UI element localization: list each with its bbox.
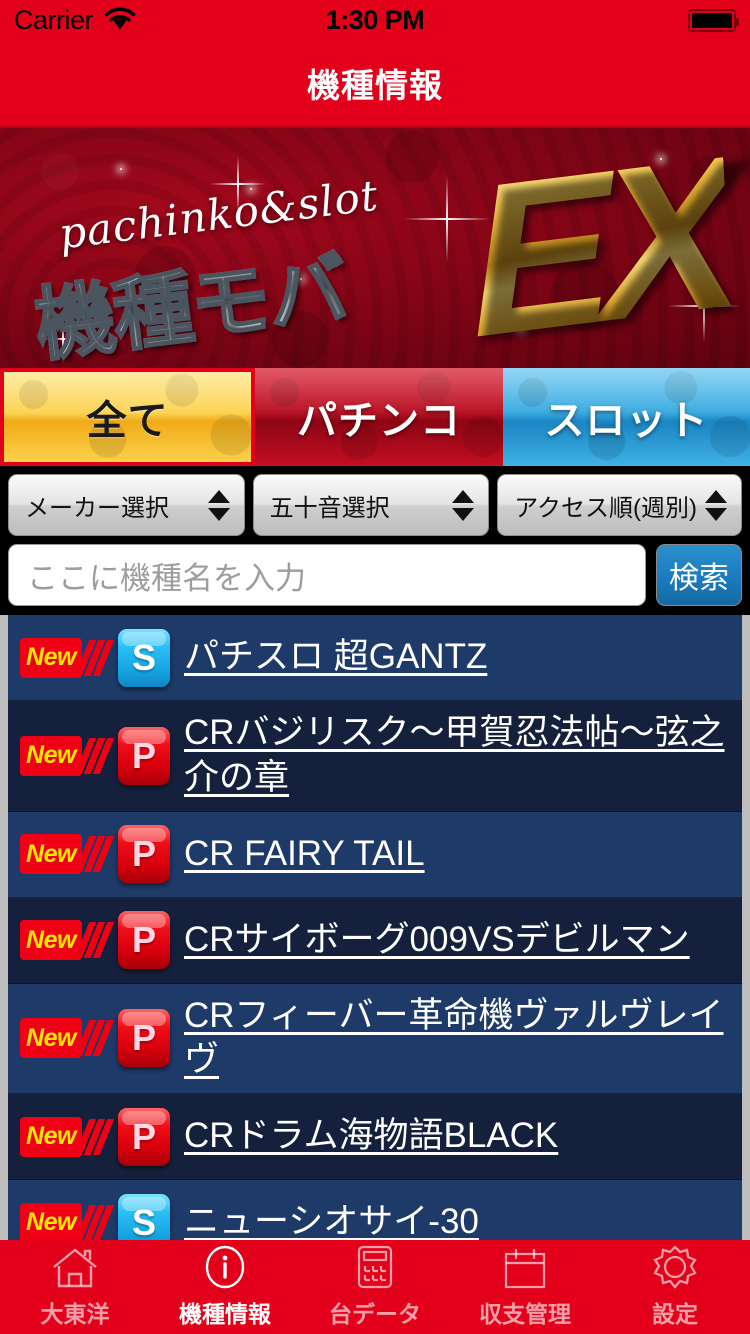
- chevron-updown-icon[interactable]: [207, 489, 230, 521]
- maker-select[interactable]: メーカー選択: [8, 474, 245, 536]
- tab-settings-label: 設定: [652, 1301, 698, 1327]
- machine-list[interactable]: New S パチスロ 超GANTZ New P CRバジリスク〜甲賀忍法帖〜弦之…: [8, 615, 742, 1240]
- category-tab-all-label: 全て: [86, 399, 169, 443]
- pachinko-type-icon: P: [118, 726, 170, 785]
- new-badge: New: [20, 1018, 115, 1059]
- new-badge: New: [20, 834, 115, 875]
- list-item[interactable]: New P CRフィーバー革命機ヴァルヴレイヴ: [8, 983, 742, 1095]
- search-input[interactable]: ここに機種名を入力: [8, 544, 646, 606]
- kana-select-label: 五十音選択: [269, 494, 390, 522]
- list-item-title[interactable]: ニューシオサイ-30: [184, 1200, 479, 1240]
- new-badge-label: New: [26, 1122, 76, 1151]
- tab-balance[interactable]: 収支管理: [450, 1245, 600, 1329]
- filter-bar: メーカー選択 五十音選択 アクセス順(週別): [0, 466, 750, 536]
- calendar-icon: [503, 1245, 547, 1289]
- sparkle-icon: [120, 168, 122, 170]
- category-tab-pachinko-label: パチンコ: [296, 399, 461, 443]
- new-badge-label: New: [26, 1208, 76, 1237]
- new-badge: New: [20, 1116, 115, 1157]
- info-circle-icon: [203, 1245, 247, 1289]
- status-bar-right: [688, 8, 739, 32]
- new-badge-label: New: [26, 925, 76, 954]
- list-item[interactable]: New S ニューシオサイ-30: [8, 1180, 742, 1240]
- category-tab-slot[interactable]: スロット: [502, 368, 750, 466]
- search-button-label: 検索: [669, 562, 729, 595]
- slot-type-icon: S: [118, 628, 170, 687]
- tab-settings[interactable]: 設定: [600, 1245, 750, 1329]
- new-badge-label: New: [26, 741, 76, 770]
- pachinko-type-icon: P: [118, 911, 170, 970]
- tab-machine-data[interactable]: 台データ: [300, 1245, 450, 1329]
- banner-ex-logo: EX: [463, 128, 734, 368]
- chevron-updown-icon[interactable]: [452, 489, 475, 521]
- nav-bar: 機種情報: [0, 40, 750, 128]
- pachinko-type-icon: P: [118, 1009, 170, 1068]
- list-item[interactable]: New P CRサイボーグ009VSデビルマン: [8, 897, 742, 984]
- page-title: 機種情報: [307, 67, 443, 104]
- tab-machine-info[interactable]: 機種情報: [150, 1245, 300, 1329]
- tab-daitoyo[interactable]: 大東洋: [0, 1245, 150, 1329]
- list-item[interactable]: New P CRドラム海物語BLACK: [8, 1094, 742, 1181]
- new-badge: New: [20, 1202, 115, 1240]
- tab-machine-info-label: 機種情報: [179, 1301, 271, 1327]
- list-item-title[interactable]: CRフィーバー革命機ヴァルヴレイヴ: [184, 994, 730, 1084]
- status-bar: Carrier 1:30 PM: [0, 0, 750, 40]
- category-tab-pachinko[interactable]: パチンコ: [255, 368, 503, 466]
- new-badge: New: [20, 637, 115, 678]
- category-tabs: 全て パチンコ スロット: [0, 368, 750, 466]
- status-bar-time: 1:30 PM: [325, 4, 425, 35]
- new-badge: New: [20, 735, 115, 776]
- gear-icon: [653, 1245, 697, 1289]
- machine-list-container: New S パチスロ 超GANTZ New P CRバジリスク〜甲賀忍法帖〜弦之…: [0, 615, 750, 1240]
- new-badge-label: New: [26, 1023, 76, 1052]
- battery-icon: [688, 8, 739, 32]
- search-bar: ここに機種名を入力 検索: [0, 536, 750, 614]
- list-item[interactable]: New P CRバジリスク〜甲賀忍法帖〜弦之介の章: [8, 701, 742, 812]
- app-root: Carrier 1:30 PM 機種情報 EX pachinko&slot 機種…: [0, 0, 750, 1334]
- pachinko-type-icon: P: [118, 1107, 170, 1166]
- bottom-tab-bar: 大東洋 機種情報 台データ 収支管理 設定: [0, 1240, 750, 1334]
- kana-select[interactable]: 五十音選択: [252, 474, 490, 536]
- new-badge-label: New: [26, 839, 76, 868]
- slot-type-icon: S: [118, 1193, 170, 1240]
- list-item[interactable]: New P CR FAIRY TAIL: [8, 811, 742, 898]
- list-item-title[interactable]: CRドラム海物語BLACK: [184, 1114, 558, 1159]
- sort-select[interactable]: アクセス順(週別): [497, 474, 743, 536]
- list-item[interactable]: New S パチスロ 超GANTZ: [8, 615, 742, 701]
- hero-banner: EX pachinko&slot 機種モバ: [0, 128, 750, 368]
- list-item-title[interactable]: CR FAIRY TAIL: [184, 832, 425, 877]
- sort-select-label: アクセス順(週別): [514, 494, 698, 522]
- maker-select-label: メーカー選択: [25, 494, 169, 522]
- home-icon: [51, 1245, 99, 1289]
- category-tab-all[interactable]: 全て: [0, 368, 256, 466]
- chevron-updown-icon[interactable]: [705, 489, 728, 521]
- list-item-title[interactable]: パチスロ 超GANTZ: [184, 635, 487, 680]
- tab-daitoyo-label: 大東洋: [40, 1301, 110, 1327]
- search-input-placeholder: ここに機種名を入力: [27, 560, 306, 596]
- pachinko-type-icon: P: [118, 825, 170, 884]
- new-badge-label: New: [26, 643, 76, 671]
- list-item-title[interactable]: CRサイボーグ009VSデビルマン: [184, 918, 690, 963]
- list-item-title[interactable]: CRバジリスク〜甲賀忍法帖〜弦之介の章: [184, 711, 730, 801]
- new-badge: New: [20, 920, 115, 961]
- category-tab-slot-label: スロット: [544, 399, 709, 443]
- tab-balance-label: 収支管理: [479, 1301, 571, 1327]
- tab-machine-data-label: 台データ: [329, 1301, 421, 1327]
- search-button[interactable]: 検索: [656, 544, 742, 606]
- calculator-icon: [357, 1245, 393, 1289]
